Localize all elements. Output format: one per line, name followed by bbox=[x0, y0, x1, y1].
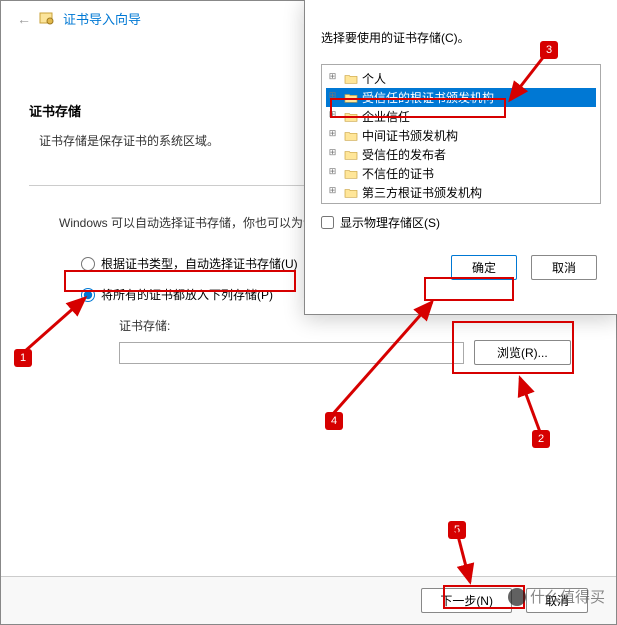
radio-auto[interactable] bbox=[81, 257, 95, 271]
wizard-title: 证书导入向导 bbox=[63, 9, 141, 28]
dialog-footer: 确定 取消 bbox=[305, 241, 617, 296]
show-physical-checkbox[interactable] bbox=[321, 216, 334, 229]
tree-expand-icon[interactable]: ⊞ bbox=[328, 91, 337, 100]
tree-item-label: 受信任的根证书颁发机构 bbox=[362, 89, 494, 106]
store-input[interactable] bbox=[119, 342, 464, 364]
show-physical-label: 显示物理存储区(S) bbox=[340, 214, 440, 231]
tree-item-label: 个人 bbox=[362, 70, 386, 87]
watermark: 什么值得买 bbox=[508, 586, 605, 607]
watermark-text: 什么值得买 bbox=[530, 586, 605, 607]
tree-item[interactable]: ⊞ 不信任的证书 bbox=[326, 164, 596, 183]
radio-place[interactable] bbox=[81, 288, 95, 302]
store-input-row: 浏览(R)... bbox=[119, 340, 588, 365]
tree-expand-icon[interactable]: ⊞ bbox=[328, 148, 337, 157]
folder-icon bbox=[344, 73, 358, 85]
tree-item-label: 不信任的证书 bbox=[362, 165, 434, 182]
annotation-badge-3: 3 bbox=[540, 41, 558, 59]
next-button[interactable]: 下一步(N) bbox=[421, 588, 512, 613]
radio-place-label: 将所有的证书都放入下列存储(P) bbox=[101, 286, 273, 303]
ok-button[interactable]: 确定 bbox=[451, 255, 517, 280]
tree-item[interactable]: ⊞ 受信任的发布者 bbox=[326, 145, 596, 164]
tree-expand-icon[interactable]: ⊞ bbox=[328, 186, 337, 195]
folder-icon bbox=[344, 149, 358, 161]
tree-item[interactable]: ⊞ 第三方根证书颁发机构 bbox=[326, 183, 596, 202]
dialog-cancel-button[interactable]: 取消 bbox=[531, 255, 597, 280]
annotation-badge-1: 1 bbox=[14, 349, 32, 367]
back-icon[interactable]: ← bbox=[17, 11, 31, 27]
tree-item-label: 企业信任 bbox=[362, 108, 410, 125]
select-store-dialog: 选择要使用的证书存储(C)。 ⊞ 个人 ⊞ 受信任的根证书颁发机构 ⊞ 企业信任 ⊞ 中间证书… bbox=[304, 0, 617, 315]
annotation-badge-5: 5 bbox=[448, 521, 466, 539]
tree-expand-icon[interactable]: ⊞ bbox=[328, 110, 337, 119]
dialog-body: 选择要使用的证书存储(C)。 ⊞ 个人 ⊞ 受信任的根证书颁发机构 ⊞ 企业信任 ⊞ 中间证书… bbox=[305, 13, 617, 241]
watermark-icon bbox=[508, 588, 526, 606]
folder-icon bbox=[344, 111, 358, 123]
annotation-badge-2: 2 bbox=[532, 430, 550, 448]
tree-item-label: 中间证书颁发机构 bbox=[362, 127, 458, 144]
tree-expand-icon[interactable]: ⊞ bbox=[328, 167, 337, 176]
dialog-titlebar bbox=[305, 0, 617, 13]
tree-item-label: 第三方根证书颁发机构 bbox=[362, 184, 482, 201]
radio-auto-label: 根据证书类型，自动选择证书存储(U) bbox=[101, 255, 298, 272]
show-physical-row[interactable]: 显示物理存储区(S) bbox=[321, 214, 601, 231]
store-label: 证书存储: bbox=[119, 317, 588, 334]
certificate-icon bbox=[39, 11, 55, 27]
folder-icon bbox=[344, 130, 358, 142]
dialog-prompt: 选择要使用的证书存储(C)。 bbox=[321, 29, 601, 46]
tree-item[interactable]: ⊞ 中间证书颁发机构 bbox=[326, 126, 596, 145]
folder-icon bbox=[344, 187, 358, 199]
store-tree[interactable]: ⊞ 个人 ⊞ 受信任的根证书颁发机构 ⊞ 企业信任 ⊞ 中间证书颁发机构 ⊞ 受信任的发布者 ⊞ 不信… bbox=[321, 64, 601, 204]
browse-button[interactable]: 浏览(R)... bbox=[474, 340, 571, 365]
tree-expand-icon[interactable]: ⊞ bbox=[328, 72, 337, 81]
annotation-badge-4: 4 bbox=[325, 412, 343, 430]
tree-item-label: 受信任的发布者 bbox=[362, 146, 446, 163]
tree-item[interactable]: ⊞ 受信任的根证书颁发机构 bbox=[326, 88, 596, 107]
tree-expand-icon[interactable]: ⊞ bbox=[328, 129, 337, 138]
tree-item[interactable]: ⊞ 企业信任 bbox=[326, 107, 596, 126]
folder-icon bbox=[344, 168, 358, 180]
tree-item[interactable]: ⊞ 个人 bbox=[326, 69, 596, 88]
folder-icon bbox=[344, 92, 358, 104]
